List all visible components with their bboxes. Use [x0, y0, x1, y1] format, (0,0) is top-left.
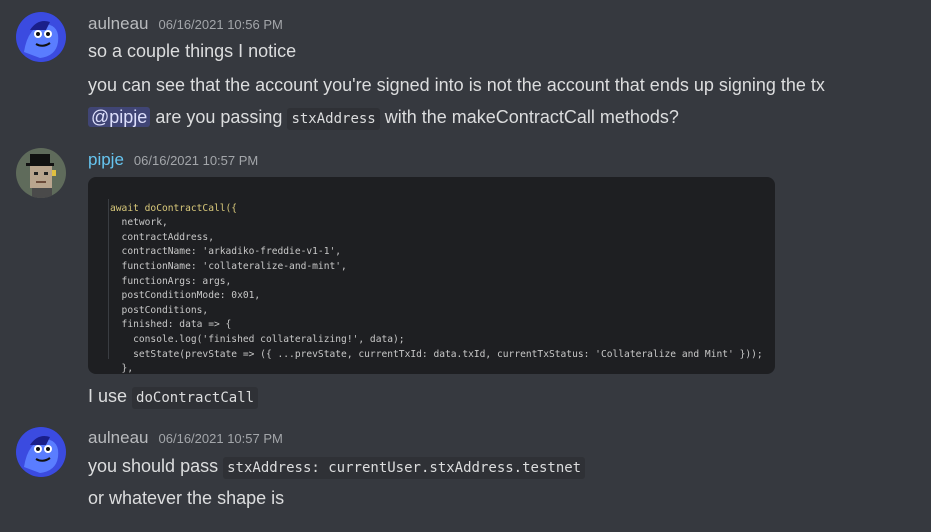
code-screenshot-attachment[interactable]: await doContractCall({ network, contract…	[88, 177, 775, 374]
blue-creature-avatar-icon	[16, 427, 66, 477]
pixel-punk-avatar-icon	[16, 148, 66, 198]
message-timestamp: 06/16/2021 10:57 PM	[133, 153, 259, 168]
blue-creature-avatar-icon	[16, 12, 66, 62]
message-text-line: or whatever the shape is	[88, 488, 285, 508]
message-text-fragment: with the makeContractCall methods?	[384, 107, 679, 127]
code-line: functionArgs: args,	[110, 275, 232, 287]
avatar-aulneau[interactable]	[16, 427, 66, 477]
code-line: network,	[110, 217, 168, 229]
code-line: contractAddress,	[110, 231, 214, 243]
inline-code: stxAddress: currentUser.stxAddress.testn…	[223, 457, 586, 479]
code-line: },	[110, 363, 134, 374]
inline-code: stxAddress	[287, 108, 380, 130]
message-timestamp: 06/16/2021 10:56 PM	[158, 17, 283, 32]
code-line: await doContractCall({	[110, 202, 238, 214]
message-text-fragment: you should pass	[88, 456, 219, 476]
message-timestamp: 06/16/2021 10:57 PM	[158, 431, 283, 446]
code-line: postConditions,	[110, 304, 209, 316]
indent-guide	[108, 199, 109, 359]
username-aulneau[interactable]: aulneau	[88, 14, 149, 34]
inline-code: doContractCall	[132, 387, 259, 409]
code-line: postConditionMode: 0x01,	[110, 290, 261, 302]
chat-message-list: aulneau 06/16/2021 10:56 PM so a couple …	[0, 0, 931, 532]
message-text: I use doContractCall	[88, 384, 259, 410]
message-text: @pipje are you passing stxAddress with t…	[88, 105, 679, 131]
message-text: so a couple things I notice	[88, 39, 296, 63]
message-text-fragment: I use	[88, 386, 128, 406]
message-text-line: so a couple things I notice	[88, 41, 297, 61]
avatar-aulneau[interactable]	[16, 12, 66, 62]
message-text-fragment: are you passing	[155, 107, 283, 127]
user-mention-pipje[interactable]: @pipje	[88, 107, 151, 127]
message-text-line: you can see that the account you're sign…	[88, 75, 825, 95]
code-line: console.log('finished collateralizing!',…	[110, 333, 405, 345]
code-line: finished: data => {	[110, 319, 232, 331]
code-block: await doContractCall({ network, contract…	[110, 187, 763, 374]
message-text: you should pass stxAddress: currentUser.…	[88, 454, 586, 480]
username-pipje[interactable]: pipje	[88, 150, 124, 170]
code-line: functionName: 'collateralize-and-mint',	[110, 260, 347, 272]
code-line: contractName: 'arkadiko-freddie-v1-1',	[110, 246, 342, 258]
username-aulneau[interactable]: aulneau	[88, 428, 149, 448]
message-text: or whatever the shape is	[88, 486, 284, 510]
message-text: you can see that the account you're sign…	[88, 73, 825, 97]
code-line: setState(prevState => ({ ...prevState, c…	[110, 348, 763, 360]
avatar-pipje[interactable]	[16, 148, 66, 198]
